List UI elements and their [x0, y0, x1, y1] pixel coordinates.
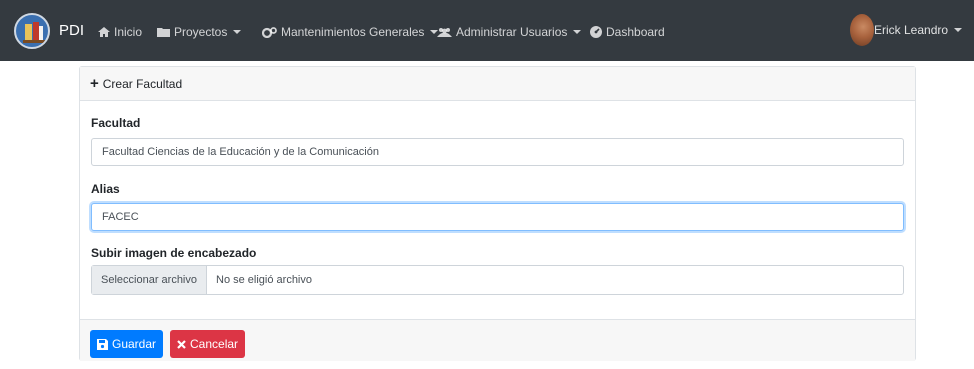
- nav-proyectos[interactable]: Proyectos: [157, 25, 242, 39]
- card-title: Crear Facultad: [102, 76, 183, 91]
- chevron-down-icon: [954, 28, 963, 32]
- users-icon: [437, 27, 452, 37]
- gears-icon: [262, 26, 277, 38]
- nav-mantenimientos[interactable]: Mantenimientos Generales: [262, 25, 439, 39]
- top-navbar: PDI Inicio Proyectos Mantenimientos Gene…: [0, 0, 974, 61]
- nav-mantenimientos-label: Mantenimientos Generales: [281, 25, 425, 39]
- home-icon: [98, 27, 110, 37]
- card-header: + Crear Facultad: [80, 67, 915, 101]
- floppy-disk-icon: [97, 338, 108, 350]
- save-label: Guardar: [112, 337, 157, 351]
- nav-dashboard[interactable]: Dashboard: [590, 25, 665, 39]
- nav-proyectos-label: Proyectos: [174, 25, 228, 39]
- avatar: [850, 14, 874, 46]
- facultad-label: Facultad: [91, 116, 141, 130]
- nav-inicio[interactable]: Inicio: [98, 25, 142, 39]
- nav-administrar-usuarios[interactable]: Administrar Usuarios: [437, 25, 582, 39]
- brand-logo[interactable]: [14, 13, 50, 49]
- cancel-button[interactable]: Cancelar: [170, 330, 246, 358]
- create-faculty-card: + Crear Facultad Facultad Alias Subir im…: [79, 66, 916, 361]
- user-menu[interactable]: Erick Leandro: [850, 14, 963, 46]
- chevron-down-icon: [573, 30, 582, 34]
- close-icon: [177, 339, 186, 349]
- alias-label: Alias: [91, 182, 120, 196]
- plus-icon: +: [90, 75, 99, 92]
- chevron-down-icon: [233, 30, 242, 34]
- user-name: Erick Leandro: [874, 23, 949, 37]
- cancel-label: Cancelar: [190, 337, 239, 351]
- brand-name[interactable]: PDI: [59, 22, 84, 39]
- facultad-input[interactable]: [91, 138, 904, 166]
- imagen-label: Subir imagen de encabezado: [91, 246, 257, 260]
- save-button[interactable]: Guardar: [90, 330, 164, 358]
- nav-administrar-usuarios-label: Administrar Usuarios: [456, 25, 568, 39]
- alias-input[interactable]: [91, 203, 904, 231]
- select-file-button[interactable]: Seleccionar archivo: [92, 266, 207, 294]
- card-footer: Guardar Cancelar: [80, 319, 915, 361]
- nav-dashboard-label: Dashboard: [606, 25, 665, 39]
- folder-icon: [157, 28, 170, 37]
- dashboard-icon: [590, 26, 602, 38]
- file-upload[interactable]: Seleccionar archivo No se eligió archivo: [91, 265, 904, 295]
- file-status: No se eligió archivo: [216, 274, 312, 286]
- nav-inicio-label: Inicio: [114, 25, 143, 39]
